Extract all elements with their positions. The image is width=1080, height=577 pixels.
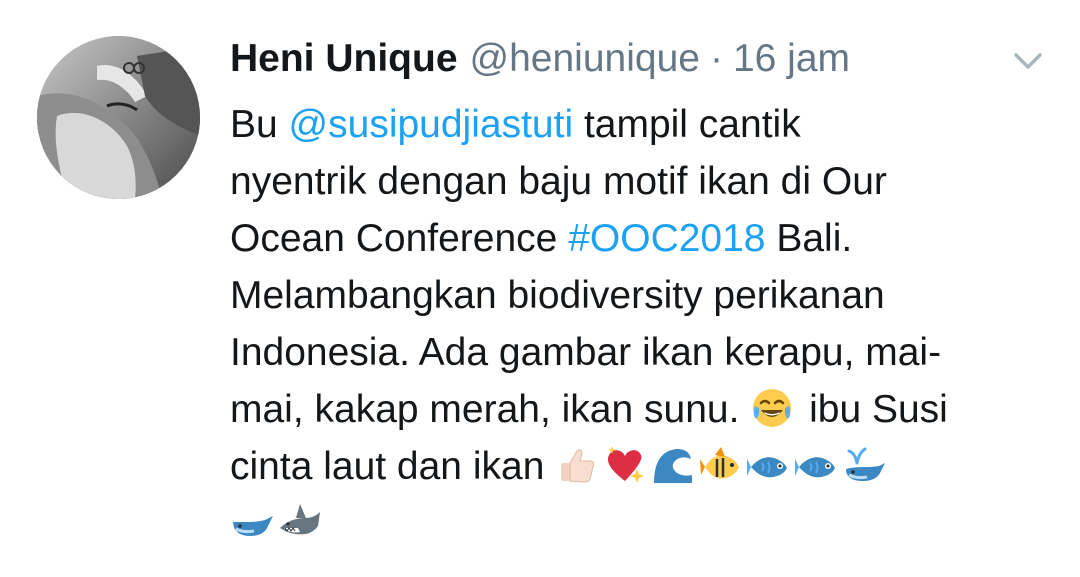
fish-icon [795,443,839,487]
text-segment: nyentrik dengan baju motif ikan di Our [230,160,887,203]
fish-icon [747,443,791,487]
hashtag-link[interactable]: #OOC2018 [568,217,765,260]
tweet-header: Heni Unique @heniunique · 16 jam [230,34,850,84]
mention-link[interactable]: @susipudjiastuti [289,103,574,146]
timestamp[interactable]: 16 jam [733,34,850,84]
text-segment: Ocean Conference [230,217,569,260]
text-segment: Bali. [765,217,853,260]
separator: · [709,37,723,80]
avatar[interactable] [37,36,200,199]
text-segment: Melambangkan biodiversity perikanan [230,274,885,317]
text-segment: mai, kakap merah, ikan sunu. [230,388,751,431]
tweet-text: Bu @susipudjiastuti tampil cantik nyentr… [230,96,1050,552]
face-with-tears-of-joy-icon [750,386,794,430]
spouting-whale-icon [843,443,887,487]
thumbs-up-icon [555,443,599,487]
author-handle[interactable]: @heniunique [470,34,700,84]
text-segment: Bu [230,103,289,146]
text-segment: ibu Susi [798,388,948,431]
tweet[interactable]: Heni Unique @heniunique · 16 jam Bu @sus… [0,0,1080,577]
tropical-fish-icon [699,443,743,487]
text-segment: tampil cantik [573,103,801,146]
author-name[interactable]: Heni Unique [230,34,458,84]
shark-icon [278,500,322,544]
water-wave-icon [651,443,695,487]
whale-icon [230,500,274,544]
text-segment: Indonesia. Ada gambar ikan kerapu, mai- [230,331,942,374]
chevron-down-icon[interactable] [1008,46,1048,76]
text-segment: cinta laut dan ikan [230,445,556,488]
sparkling-heart-icon [603,443,647,487]
